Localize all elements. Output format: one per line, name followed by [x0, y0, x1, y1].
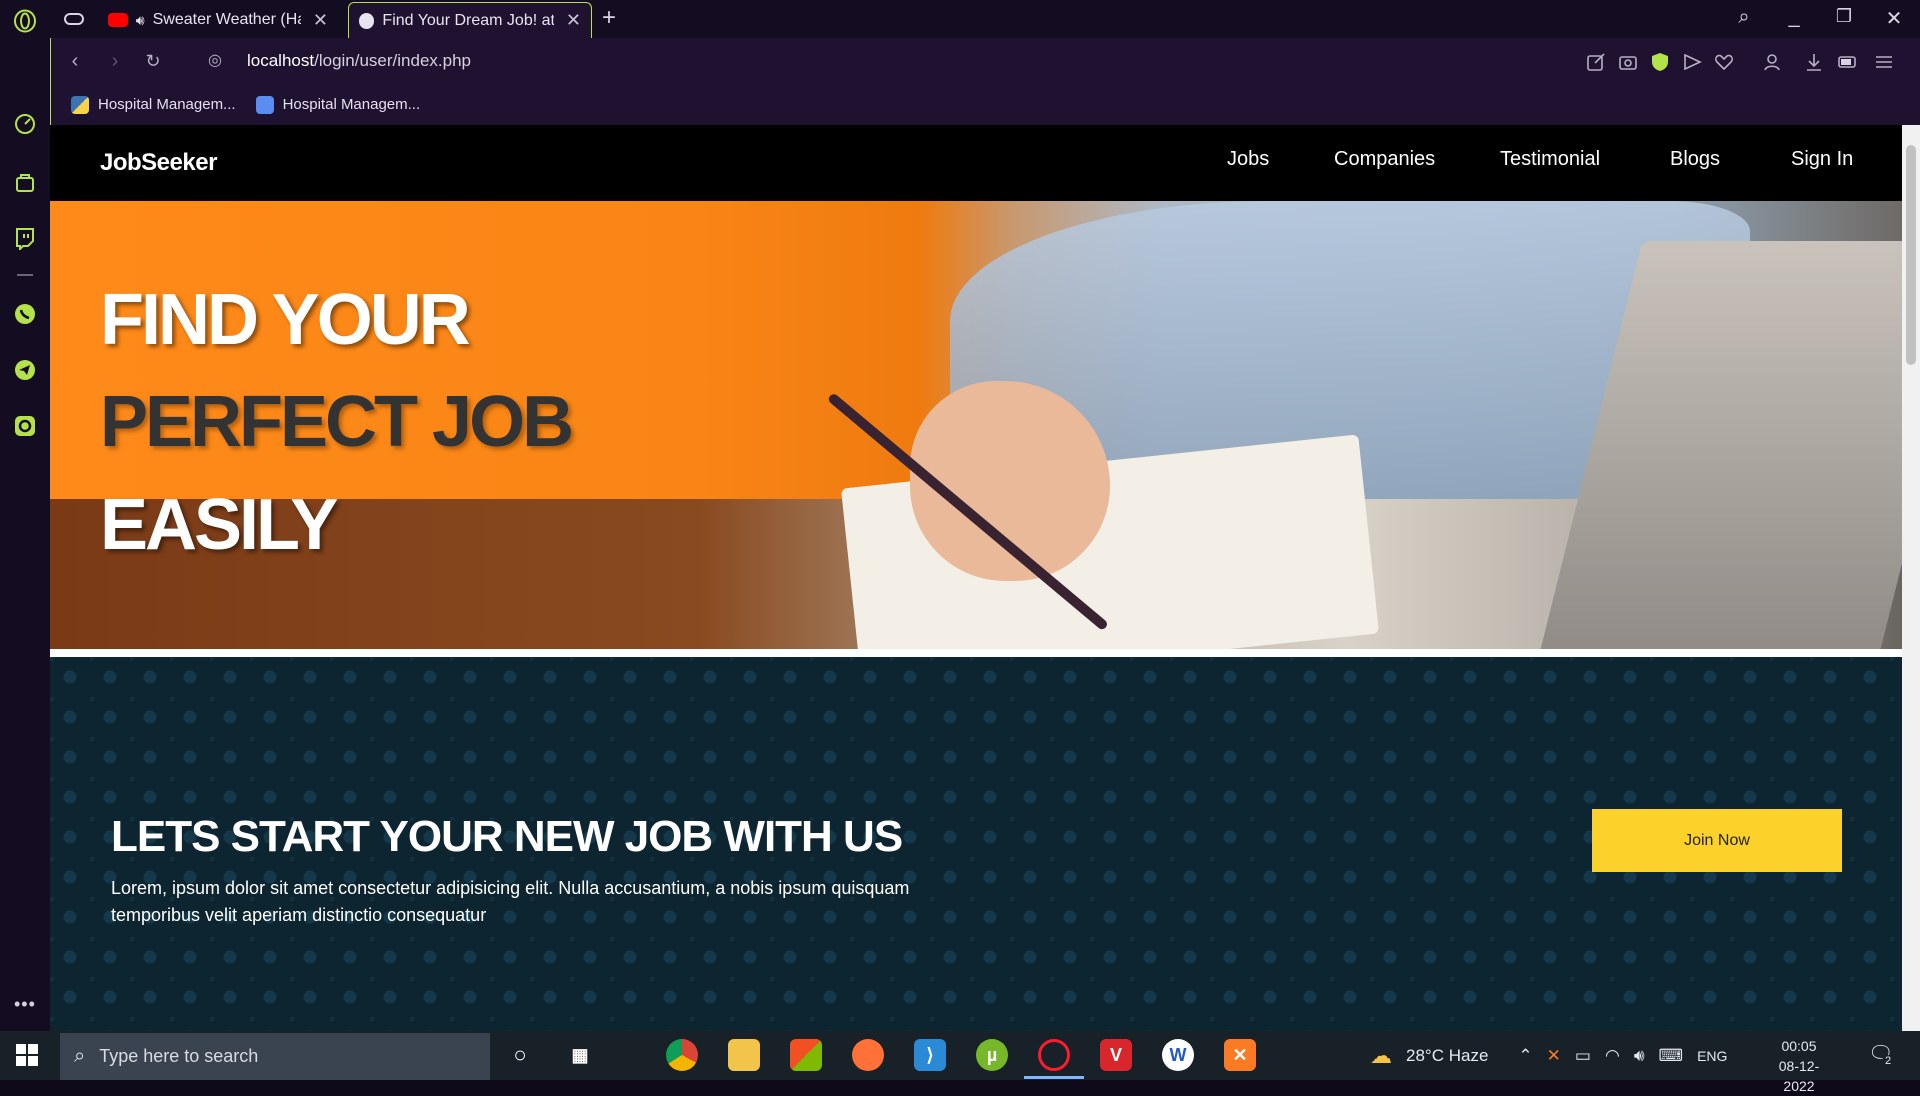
- weather-text[interactable]: 28°C Haze: [1406, 1046, 1488, 1066]
- twitch-icon[interactable]: [13, 226, 37, 250]
- keyboard-icon[interactable]: ⌨︎: [1659, 1046, 1684, 1066]
- file-explorer-icon[interactable]: [728, 1039, 760, 1071]
- xampp-icon[interactable]: ✕: [1224, 1039, 1256, 1071]
- bookmark-folder-icon: [255, 95, 274, 114]
- battery-saver-icon[interactable]: [1837, 51, 1859, 73]
- word-like-app-icon[interactable]: W: [1162, 1039, 1194, 1071]
- language-indicator[interactable]: ENG: [1697, 1048, 1727, 1064]
- instagram-icon[interactable]: [13, 414, 37, 438]
- task-view-icon[interactable]: ▦: [564, 1039, 596, 1071]
- tab-bar: 🔊︎ Sweater Weather (Hard ✕ Find Your Dre…: [50, 0, 1920, 38]
- cortana-icon[interactable]: ○: [504, 1039, 536, 1071]
- active-app-indicator: [1024, 1076, 1084, 1079]
- web-page: JobSeeker Jobs Companies Testimonial Blo…: [50, 125, 1902, 1031]
- nav-blogs[interactable]: Blogs: [1670, 148, 1720, 171]
- globe-icon: [359, 12, 375, 29]
- tab-title: Find Your Dream Job! at Jo: [382, 11, 554, 29]
- windows-start-icon[interactable]: [16, 1044, 38, 1066]
- windows-taskbar: ⌕ Type here to search ○ ▦ ⟩ µ V W ✕ ☁︎ 2…: [0, 1031, 1920, 1094]
- scrollbar-thumb[interactable]: [1906, 145, 1916, 365]
- site-navbar: JobSeeker Jobs Companies Testimonial Blo…: [50, 125, 1902, 201]
- send-icon[interactable]: [1681, 51, 1703, 73]
- youtube-icon: [108, 13, 128, 27]
- url-field[interactable]: localhost/login/user/index.php: [247, 51, 471, 71]
- wifi-icon[interactable]: ◠: [1605, 1046, 1620, 1066]
- address-bar: ‹ › ↻ ◎ localhost/login/user/index.php: [50, 38, 1920, 84]
- opera-taskbar-icon[interactable]: [1038, 1039, 1070, 1071]
- opera-logo-icon[interactable]: [13, 9, 37, 33]
- search-icon: ⌕: [74, 1045, 86, 1067]
- site-logo[interactable]: JobSeeker: [100, 149, 217, 177]
- tab-youtube[interactable]: 🔊︎ Sweater Weather (Hard ✕: [98, 2, 338, 38]
- weather-icon[interactable]: ☁︎: [1370, 1043, 1392, 1069]
- speed-dial-icon[interactable]: [13, 112, 37, 136]
- chevron-up-icon[interactable]: ⌃: [1518, 1046, 1532, 1066]
- cta-title: LETS START YOUR NEW JOB WITH US: [111, 812, 903, 861]
- sidebar-divider: [17, 274, 33, 276]
- chrome-icon[interactable]: [666, 1039, 698, 1071]
- tab-jobseeker[interactable]: Find Your Dream Job! at Jo ✕: [348, 2, 592, 38]
- camera-icon[interactable]: [1617, 51, 1639, 73]
- firefox-icon[interactable]: [852, 1039, 884, 1071]
- restore-icon[interactable]: ❐: [1831, 6, 1857, 27]
- back-button[interactable]: ‹: [63, 49, 87, 73]
- search-tabs-icon[interactable]: ⌕: [1731, 6, 1757, 29]
- hero-heading-line2: PERFECT JOB: [100, 382, 574, 462]
- site-info-icon[interactable]: ◎: [203, 49, 227, 73]
- close-tab-icon[interactable]: ✕: [313, 10, 328, 31]
- notification-count-badge: 2: [1882, 1055, 1895, 1067]
- gamepad-icon[interactable]: [64, 10, 84, 28]
- join-now-button[interactable]: Join Now: [1592, 809, 1842, 872]
- browser-sidebar: •••: [0, 0, 50, 1031]
- clock-time: 00:05: [1781, 1038, 1817, 1054]
- python-icon: [71, 95, 89, 114]
- nav-companies[interactable]: Companies: [1334, 148, 1435, 171]
- close-tab-icon[interactable]: ✕: [566, 10, 581, 31]
- account-icon[interactable]: [1761, 51, 1783, 73]
- cta-section: LETS START YOUR NEW JOB WITH US Lorem, i…: [50, 657, 1902, 1031]
- nav-sign-in[interactable]: Sign In: [1791, 148, 1853, 171]
- whatsapp-icon[interactable]: [13, 302, 37, 326]
- sidebar-more-icon[interactable]: •••: [14, 994, 36, 1015]
- nav-testimonial[interactable]: Testimonial: [1500, 148, 1600, 171]
- tab-title: Sweater Weather (Hard: [152, 11, 301, 28]
- microsoft-store-icon[interactable]: [790, 1039, 822, 1071]
- heart-icon[interactable]: [1713, 51, 1735, 73]
- edit-icon[interactable]: [1585, 51, 1607, 73]
- search-placeholder: Type here to search: [99, 1046, 259, 1066]
- bookmarks-bar: Hospital Managem... Hospital Managem...: [50, 84, 1920, 125]
- hero-banner: FIND YOUR PERFECT JOB EASILY: [50, 201, 1902, 649]
- forward-button[interactable]: ›: [103, 49, 127, 73]
- xampp-tray-icon[interactable]: ✕: [1547, 1046, 1561, 1066]
- download-icon[interactable]: [1803, 51, 1825, 73]
- speaker-icon[interactable]: 🔊︎: [136, 12, 145, 29]
- new-tab-icon[interactable]: +: [602, 4, 616, 32]
- nav-jobs[interactable]: Jobs: [1227, 148, 1269, 171]
- shopping-bag-icon[interactable]: [13, 170, 37, 194]
- utorrent-icon[interactable]: µ: [976, 1039, 1008, 1071]
- shield-icon[interactable]: [1649, 51, 1671, 73]
- system-tray: ☁︎ 28°C Haze ⌃ ✕ ▭ ◠ 🔊︎ ⌨︎ ENG: [1370, 1031, 1727, 1080]
- vscode-icon[interactable]: ⟩: [914, 1039, 946, 1071]
- taskbar-search-input[interactable]: ⌕ Type here to search: [60, 1033, 490, 1080]
- vlc-style-app-icon[interactable]: V: [1100, 1039, 1132, 1071]
- taskbar-clock[interactable]: 00:05 08-12-2022: [1764, 1036, 1834, 1096]
- battery-icon[interactable]: ▭: [1575, 1046, 1591, 1066]
- clock-date: 08-12-2022: [1778, 1058, 1820, 1094]
- minimize-icon[interactable]: _: [1781, 6, 1807, 29]
- cta-description: Lorem, ipsum dolor sit amet consectetur …: [111, 878, 910, 925]
- telegram-icon[interactable]: [13, 358, 37, 382]
- page-scrollbar[interactable]: [1902, 125, 1920, 1031]
- notifications-icon[interactable]: 🗨︎ 2: [1868, 1041, 1896, 1069]
- easy-setup-icon[interactable]: [1873, 51, 1895, 73]
- hero-heading-line1: FIND YOUR: [100, 280, 471, 360]
- reload-button[interactable]: ↻: [141, 49, 165, 73]
- bookmark-item[interactable]: Hospital Managem...: [71, 95, 236, 114]
- bookmark-item[interactable]: Hospital Managem...: [255, 95, 420, 114]
- volume-icon[interactable]: 🔊︎: [1634, 1046, 1645, 1066]
- close-window-icon[interactable]: ✕: [1881, 6, 1907, 31]
- hero-heading-line3: EASILY: [100, 485, 338, 565]
